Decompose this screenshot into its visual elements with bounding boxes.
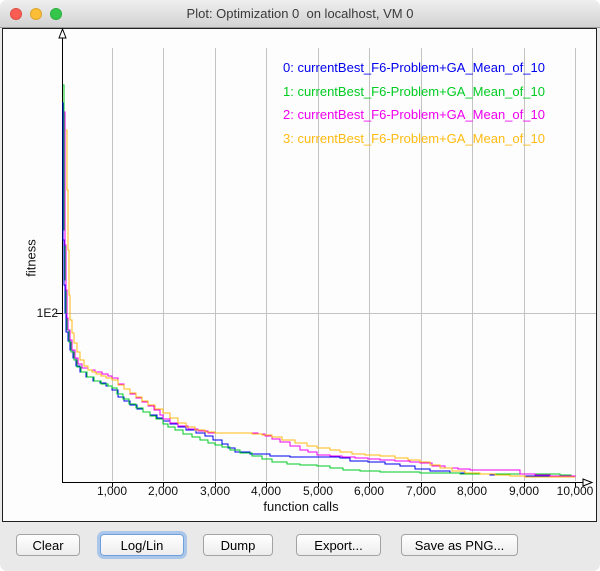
x-tick-label: 7,000 [406,484,436,498]
zoom-button[interactable] [50,8,62,20]
x-tick-label: 1,000 [97,484,127,498]
save-png-button[interactable]: Save as PNG... [401,534,518,556]
minimize-button[interactable] [30,8,42,20]
window-titlebar[interactable]: Plot: Optimization 0 on localhost, VM 0 [0,0,600,28]
x-tick-label: 9,000 [509,484,539,498]
legend: 0: currentBest_F6-Problem+GA_Mean_of_101… [283,56,545,150]
x-tick-label: 6,000 [354,484,384,498]
y-axis-label: fitness [24,239,39,277]
window-title: Plot: Optimization 0 on localhost, VM 0 [0,0,600,27]
legend-entry: 3: currentBest_F6-Problem+GA_Mean_of_10 [283,127,545,151]
legend-entry: 2: currentBest_F6-Problem+GA_Mean_of_10 [283,103,545,127]
legend-entry: 1: currentBest_F6-Problem+GA_Mean_of_10 [283,80,545,104]
close-button[interactable] [10,8,22,20]
x-tick-label: 10,000 [557,484,594,498]
x-tick-label: 8,000 [457,484,487,498]
x-axis-label: function calls [263,499,338,514]
x-tick-label: 2,000 [148,484,178,498]
x-tick-label: 4,000 [251,484,281,498]
export-button[interactable]: Export... [296,534,381,556]
x-tick-label: 3,000 [200,484,230,498]
y-tick-label: 1E2 [34,306,58,320]
loglin-button[interactable]: Log/Lin [100,534,184,556]
clear-button[interactable]: Clear [16,534,80,556]
plot-window: Plot: Optimization 0 on localhost, VM 0 … [0,0,600,571]
legend-entry: 0: currentBest_F6-Problem+GA_Mean_of_10 [283,56,545,80]
dump-button[interactable]: Dump [203,534,273,556]
x-tick-label: 5,000 [303,484,333,498]
